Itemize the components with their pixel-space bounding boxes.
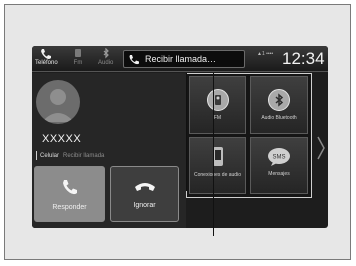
- status-bar: Teléfono Fm Audio Recibir llamada… ▲1 ••…: [32, 46, 328, 72]
- bluetooth-small-icon: [103, 48, 109, 59]
- status-item-fm[interactable]: Fm: [73, 48, 83, 67]
- caller-panel: XXXXX Celular Recibir llamada Responder …: [32, 73, 186, 228]
- next-page-arrow[interactable]: [317, 136, 325, 165]
- phone-tab-label: Teléfono: [35, 60, 58, 66]
- smartphone-icon: [212, 147, 223, 166]
- svg-text:SMS: SMS: [272, 155, 285, 161]
- ignore-button-label: Ignorar: [133, 201, 156, 209]
- divider: [36, 151, 37, 160]
- phone-icon: [41, 49, 52, 59]
- caller-info: Celular Recibir llamada: [36, 151, 104, 160]
- active-call-strip[interactable]: Recibir llamada…: [123, 50, 245, 68]
- status-item-audio[interactable]: Audio: [98, 48, 113, 67]
- app-tile-messages[interactable]: SMS Mensajes: [250, 137, 308, 194]
- chevron-right-icon: [317, 136, 325, 160]
- callout-line-center: [213, 73, 214, 236]
- infotainment-screen: Teléfono Fm Audio Recibir llamada… ▲1 ••…: [32, 46, 328, 228]
- status-item-fm-label: Fm: [73, 60, 83, 66]
- app-tile-bluetooth-audio[interactable]: Audio Bluetooth: [250, 76, 308, 134]
- app-tile-messages-label: Mensajes: [268, 171, 290, 177]
- caller-name: XXXXX: [42, 133, 82, 145]
- ignore-button[interactable]: Ignorar: [110, 166, 179, 222]
- avatar: [36, 80, 80, 124]
- fm-icon: [75, 49, 81, 57]
- answer-button[interactable]: Responder: [34, 166, 105, 222]
- app-tile-fm[interactable]: FM: [189, 76, 246, 134]
- sms-bubble-icon: SMS: [268, 148, 290, 166]
- bluetooth-icon: [268, 89, 290, 111]
- answer-button-label: Responder: [52, 203, 87, 211]
- incoming-call-icon: [129, 55, 139, 65]
- signal-indicator: ▲1 ••••: [257, 51, 274, 57]
- app-tile-bluetooth-audio-label: Audio Bluetooth: [261, 115, 297, 121]
- answer-phone-icon: [62, 179, 77, 194]
- phone-tab[interactable]: Teléfono: [35, 48, 58, 67]
- app-grid: FM Audio Bluetooth Conexiones de audio S…: [186, 73, 312, 198]
- active-call-text: Recibir llamada…: [145, 54, 217, 64]
- hang-up-icon: [134, 182, 155, 191]
- app-tile-audio-connections-label: Conexiones de audio: [194, 172, 241, 178]
- person-icon: [42, 89, 74, 122]
- caller-status-text: Recibir llamada: [63, 152, 105, 159]
- number-type: Celular: [40, 152, 60, 159]
- fm-radio-icon: [206, 89, 229, 111]
- app-tile-audio-connections[interactable]: Conexiones de audio: [189, 137, 246, 194]
- callout-line-left: [186, 73, 187, 191]
- status-item-audio-label: Audio: [98, 60, 114, 66]
- clock: 12:34: [282, 49, 325, 68]
